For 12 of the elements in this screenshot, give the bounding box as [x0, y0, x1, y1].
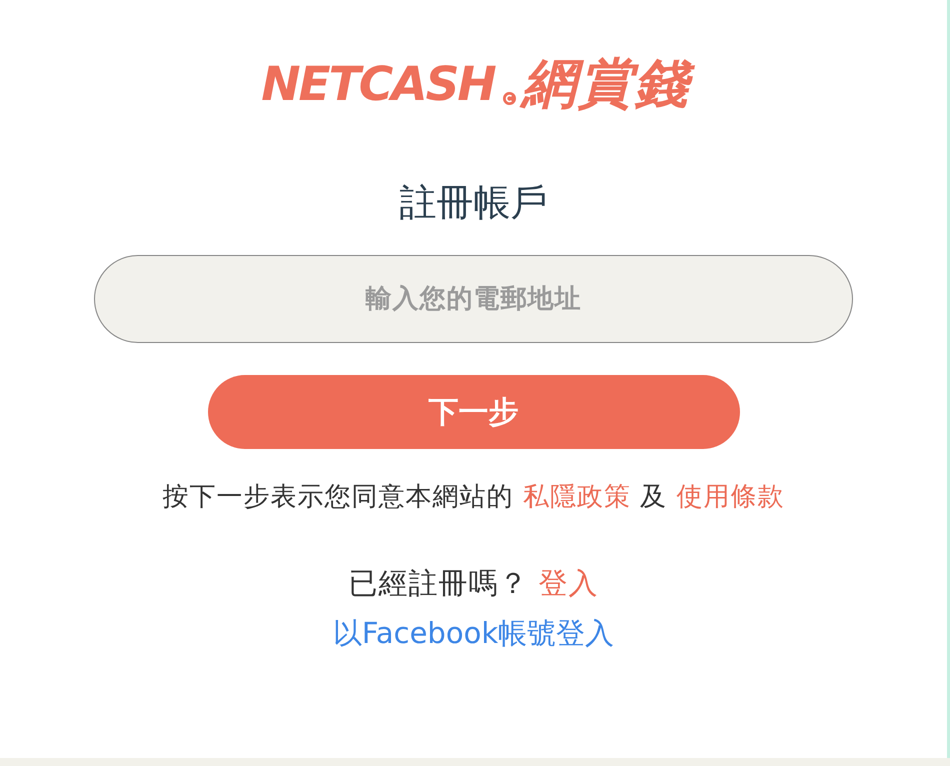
page-title: 註冊帳戶 — [400, 181, 548, 225]
logo-text: NETCASH — [261, 56, 496, 114]
login-prompt-text: 已經註冊嗎？ 登入 — [348, 565, 599, 601]
terms-of-use-link[interactable]: 使用條款 — [676, 482, 784, 512]
login-link[interactable]: 登入 — [538, 566, 599, 600]
logo-text: 網賞錢 — [518, 54, 702, 114]
next-button[interactable]: 下一步 — [208, 375, 740, 449]
circle-mark-icon — [502, 92, 516, 105]
email-field[interactable]: 輸入您的電郵地址 — [94, 255, 853, 343]
privacy-policy-link[interactable]: 私隱政策 — [522, 482, 631, 512]
terms-text: 按下一步表示您同意本網站的 私隱政策 及 使用條款 — [162, 481, 784, 514]
facebook-login-link[interactable]: 以Facebook帳號登入 — [332, 614, 614, 652]
